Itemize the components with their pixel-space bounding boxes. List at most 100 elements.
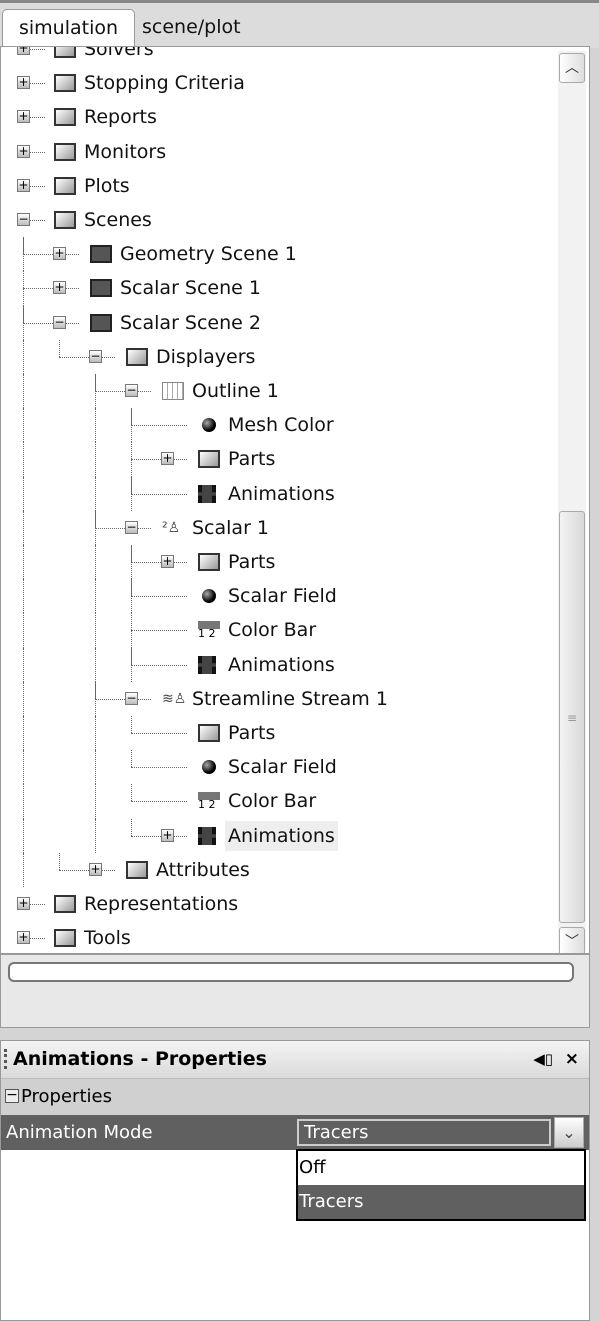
expand-icon[interactable]: +: [53, 281, 66, 295]
tree-item[interactable]: Animations: [225, 650, 338, 680]
tree-item[interactable]: Scalar Scene 2: [117, 308, 264, 338]
horizontal-scrollbar[interactable]: [8, 962, 574, 982]
tree-line: [23, 254, 79, 256]
collapse-icon[interactable]: −: [125, 384, 138, 397]
scene-icon: [90, 245, 112, 264]
option-tracers[interactable]: Tracers: [298, 1185, 584, 1219]
tree-item[interactable]: Outline 1: [189, 376, 282, 406]
collapse-icon[interactable]: −: [5, 1088, 19, 1103]
expand-icon[interactable]: +: [17, 76, 30, 90]
tree-item[interactable]: Scalar Field: [225, 752, 340, 782]
tree-line: [131, 664, 187, 666]
properties-group[interactable]: − Properties: [1, 1079, 589, 1115]
tree-item[interactable]: Solvers: [81, 47, 157, 64]
tree-line: [131, 545, 132, 562]
chevron-down-icon[interactable]: ⌄: [554, 1117, 584, 1148]
film-icon: [198, 484, 216, 503]
tree-item[interactable]: Streamline Stream 1: [189, 684, 391, 714]
grip-icon[interactable]: [4, 1049, 7, 1069]
tree-line: [131, 835, 187, 837]
tree-item[interactable]: Color Bar: [225, 786, 319, 816]
expand-icon[interactable]: +: [17, 931, 30, 945]
expand-icon[interactable]: +: [17, 47, 30, 55]
tree-item[interactable]: Plots: [81, 171, 133, 201]
expand-icon[interactable]: +: [89, 862, 102, 876]
tree-line: [59, 356, 115, 358]
tree-item[interactable]: Scalar Scene 1: [117, 273, 264, 303]
folder-icon: [54, 211, 76, 229]
tree-item[interactable]: Displayers: [153, 342, 258, 372]
tree-item[interactable]: Tools: [81, 923, 134, 953]
expand-icon[interactable]: +: [17, 144, 30, 158]
tree-line: [23, 476, 24, 511]
tree-line: [131, 596, 187, 598]
tree-line: [95, 545, 96, 580]
tree-item[interactable]: Scalar Field: [225, 581, 340, 611]
tree-item[interactable]: Representations: [81, 889, 241, 919]
collapse-icon[interactable]: −: [89, 349, 102, 363]
vertical-scrollbar[interactable]: ︿ ≡ ﹀: [558, 51, 586, 953]
tree-line: [131, 493, 187, 495]
collapse-icon[interactable]: −: [17, 213, 30, 226]
tree-item[interactable]: Mesh Color: [225, 410, 337, 440]
expand-icon[interactable]: +: [17, 178, 30, 192]
tree-item[interactable]: Parts: [225, 444, 278, 474]
tree-item[interactable]: Color Bar: [225, 615, 319, 645]
close-icon[interactable]: ×: [565, 1041, 579, 1077]
tree-item[interactable]: Parts: [225, 718, 278, 748]
tree-line: [131, 459, 187, 461]
tree-line: [131, 408, 132, 426]
tree-item[interactable]: Scenes: [81, 205, 155, 235]
panel-header: Animations - Properties ◀▯ ×: [1, 1041, 589, 1079]
expand-icon[interactable]: +: [161, 828, 174, 842]
collapse-icon[interactable]: −: [125, 520, 138, 534]
tab-simulation[interactable]: simulation: [2, 9, 136, 47]
tree-line: [131, 630, 187, 632]
film-icon: [198, 826, 216, 845]
folder-icon: [198, 553, 220, 571]
tree-item[interactable]: Parts: [225, 547, 278, 577]
scene-icon: [90, 313, 112, 332]
scroll-thumb[interactable]: ≡: [559, 511, 585, 923]
tree-line: [95, 527, 151, 529]
tree-line: [95, 784, 96, 819]
collapse-icon[interactable]: −: [53, 315, 66, 329]
folder-icon: [54, 142, 76, 161]
scroll-up-button[interactable]: ︿: [559, 53, 585, 83]
tab-scene-plot[interactable]: scene/plot: [126, 9, 257, 47]
tree-item[interactable]: Animations: [225, 820, 338, 851]
scroll-down-button[interactable]: ﹀: [559, 927, 585, 953]
tree-line: [23, 852, 24, 887]
expand-icon[interactable]: +: [17, 897, 30, 910]
option-off[interactable]: Off: [298, 1151, 584, 1185]
expand-icon[interactable]: +: [161, 555, 174, 568]
pin-icon[interactable]: ◀▯: [533, 1041, 553, 1077]
tree-item[interactable]: Monitors: [81, 137, 169, 167]
tree-line: [23, 647, 24, 682]
tree-item[interactable]: Geometry Scene 1: [117, 239, 300, 269]
tree-line: [95, 374, 96, 391]
tree-line: [23, 716, 24, 751]
tree-line: [95, 716, 96, 751]
tree-line: [131, 716, 132, 733]
tree-line: [95, 476, 96, 511]
tree-footer-area: [0, 954, 590, 1028]
tree-item[interactable]: Attributes: [153, 855, 253, 885]
tree-item[interactable]: Reports: [81, 102, 160, 132]
tree-line: [23, 579, 24, 614]
properties-panel: Animations - Properties ◀▯ × − Propertie…: [0, 1040, 590, 1321]
colorbar-icon: 1 2: [198, 792, 220, 810]
property-row-animation-mode[interactable]: Animation Mode Tracers ⌄: [1, 1115, 589, 1150]
collapse-icon[interactable]: −: [125, 691, 138, 705]
tree-item[interactable]: Animations: [225, 479, 338, 509]
expand-icon[interactable]: +: [17, 110, 30, 124]
tree-line: [59, 869, 115, 871]
expand-icon[interactable]: +: [161, 452, 174, 466]
folder-icon: [54, 74, 76, 93]
tree-item[interactable]: Scalar 1: [189, 513, 272, 543]
expand-icon[interactable]: +: [53, 247, 66, 261]
tree-line: [95, 442, 96, 477]
ball-icon: [202, 418, 216, 433]
tree-item[interactable]: Stopping Criteria: [81, 68, 248, 98]
animation-mode-select[interactable]: Tracers: [297, 1119, 551, 1146]
